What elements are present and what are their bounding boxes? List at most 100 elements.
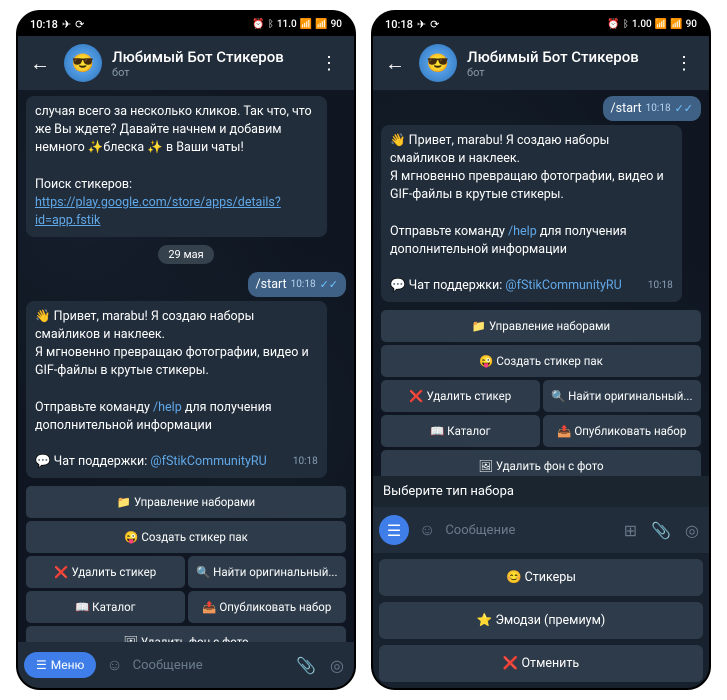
back-button[interactable]: ← bbox=[381, 47, 409, 80]
msg-time: 10:18 bbox=[648, 279, 673, 294]
more-button[interactable]: ⋮ bbox=[667, 49, 701, 78]
btn-manage-packs[interactable]: 📁 Управление наборами bbox=[381, 310, 701, 342]
more-button[interactable]: ⋮ bbox=[312, 49, 346, 78]
user-message: /start 10:18 ✓✓ bbox=[248, 272, 346, 297]
btn-create-pack[interactable]: 😜 Создать стикер пак bbox=[26, 521, 346, 553]
sync-icon: ⟳ bbox=[75, 18, 84, 31]
msg-time: 10:18 bbox=[646, 103, 671, 114]
bot-message: случая всего за несколько кликов. Так чт… bbox=[26, 96, 327, 237]
btn-find-original[interactable]: 🔍 Найти оригинальный... bbox=[188, 556, 347, 588]
select-emoji-premium[interactable]: ⭐ Эмодзи (премиум) bbox=[379, 602, 703, 639]
menu-icon: ☰ bbox=[36, 658, 47, 672]
telegram-icon: ✈ bbox=[417, 18, 426, 31]
camera-button[interactable]: ◎ bbox=[326, 656, 348, 675]
signal-icon: 📶 bbox=[655, 19, 667, 30]
signal-icon: 📶 bbox=[670, 19, 682, 30]
type-selector-panel: 😊 Стикеры ⭐ Эмодзи (премиум) ❌ Отменить bbox=[373, 553, 709, 688]
chat-header: ← 😎 Любимый Бот Стикеров бот ⋮ bbox=[373, 36, 709, 90]
start-command: /start bbox=[256, 277, 287, 292]
status-bar: 10:18 ✈ ⟳ ⏰ ᛒ 11.0 📶 📶 90 bbox=[18, 12, 354, 36]
chat-subtitle: бот bbox=[467, 66, 657, 79]
select-cancel[interactable]: ❌ Отменить bbox=[379, 645, 703, 682]
message-text: Отправьте команду bbox=[390, 224, 508, 239]
menu-button[interactable]: ☰ bbox=[379, 515, 409, 545]
msg-time: 10:18 bbox=[291, 279, 316, 290]
signal-icon: 📶 bbox=[300, 19, 312, 30]
menu-label: Меню bbox=[51, 658, 85, 672]
status-time: 10:18 bbox=[385, 18, 413, 31]
battery-badge: 90 bbox=[331, 19, 342, 30]
status-bar: 10:18 ✈ ⟳ ⏰ ᛒ 1.00 📶 📶 90 bbox=[373, 12, 709, 36]
chat-subtitle: бот bbox=[112, 66, 302, 79]
chat-title: Любимый Бот Стикеров bbox=[112, 48, 302, 66]
emoji-button[interactable]: ☺ bbox=[102, 655, 126, 675]
telegram-icon: ✈ bbox=[62, 18, 71, 31]
btn-catalog[interactable]: 📖 Каталог bbox=[26, 591, 185, 623]
btn-manage-packs[interactable]: 📁 Управление наборами bbox=[26, 486, 346, 518]
chat-title: Любимый Бот Стикеров bbox=[467, 48, 657, 66]
header-info[interactable]: Любимый Бот Стикеров бот bbox=[467, 48, 657, 79]
message-text: Я мгновенно превращаю фотографии, видео … bbox=[390, 169, 664, 202]
btn-create-pack[interactable]: 😜 Создать стикер пак bbox=[381, 345, 701, 377]
message-text: случая всего за несколько кликов. Так чт… bbox=[35, 104, 312, 155]
bot-message: 👋 Привет, marabu! Я создаю наборы смайли… bbox=[26, 301, 327, 478]
support-label: 💬 Чат поддержки: bbox=[390, 278, 505, 293]
alarm-icon: ⏰ bbox=[252, 19, 264, 30]
emoji-button[interactable]: ☺ bbox=[415, 520, 439, 540]
attach-button[interactable]: 📎 bbox=[292, 656, 320, 675]
menu-icon: ☰ bbox=[387, 521, 401, 540]
keyboard-buttons: 📁 Управление наборами 😜 Создать стикер п… bbox=[26, 486, 346, 642]
bluetooth-icon: ᛒ bbox=[623, 19, 629, 30]
bluetooth-icon: ᛒ bbox=[268, 19, 274, 30]
message-text: 👋 Привет, marabu! Я создаю наборы смайли… bbox=[35, 309, 254, 342]
search-label: Поиск стикеров: bbox=[35, 177, 132, 192]
message-text: Я мгновенно превращаю фотографии, видео … bbox=[35, 345, 309, 378]
back-button[interactable]: ← bbox=[26, 47, 54, 80]
btn-delete-sticker[interactable]: ❌ Удалить стикер bbox=[381, 380, 540, 412]
message-input[interactable]: Сообщение bbox=[445, 523, 613, 538]
select-type-header: Выберите тип набора bbox=[373, 476, 709, 507]
btn-find-original[interactable]: 🔍 Найти оригинальный... bbox=[543, 380, 702, 412]
chat-header: ← 😎 Любимый Бот Стикеров бот ⋮ bbox=[18, 36, 354, 90]
btn-delete-sticker[interactable]: ❌ Удалить стикер bbox=[26, 556, 185, 588]
btn-remove-bg[interactable]: 🖼 Удалить фон с фото bbox=[381, 450, 701, 476]
input-bar: ☰ ☺ Сообщение ⊞ 📎 ◎ bbox=[373, 507, 709, 553]
btn-publish[interactable]: 📤 Опубликовать набор bbox=[543, 415, 702, 447]
select-stickers[interactable]: 😊 Стикеры bbox=[379, 559, 703, 596]
user-message: /start 10:18 ✓✓ bbox=[603, 96, 701, 121]
net-speed: 1.00 bbox=[632, 19, 652, 30]
status-time: 10:18 bbox=[30, 18, 58, 31]
msg-time: 10:18 bbox=[293, 455, 318, 470]
date-badge: 29 мая bbox=[158, 245, 213, 264]
signal-icon: 📶 bbox=[315, 19, 327, 30]
chat-area: случая всего за несколько кликов. Так чт… bbox=[18, 90, 354, 642]
header-info[interactable]: Любимый Бот Стикеров бот bbox=[112, 48, 302, 79]
read-check-icon: ✓✓ bbox=[675, 102, 693, 115]
support-link[interactable]: @fStikCommunityRU bbox=[505, 278, 621, 293]
btn-catalog[interactable]: 📖 Каталог bbox=[381, 415, 540, 447]
message-text: 👋 Привет, marabu! Я создаю наборы смайли… bbox=[390, 133, 609, 166]
net-speed: 11.0 bbox=[277, 19, 297, 30]
help-command[interactable]: /help bbox=[153, 400, 182, 415]
phone-right: 10:18 ✈ ⟳ ⏰ ᛒ 1.00 📶 📶 90 ← 😎 Любимый Бо… bbox=[371, 10, 711, 690]
message-input[interactable]: Сообщение bbox=[133, 658, 286, 673]
btn-remove-bg[interactable]: 🖼 Удалить фон с фото bbox=[26, 626, 346, 642]
help-command[interactable]: /help bbox=[508, 224, 537, 239]
chat-area: /start 10:18 ✓✓ 👋 Привет, marabu! Я созд… bbox=[373, 90, 709, 476]
battery-badge: 90 bbox=[686, 19, 697, 30]
support-link[interactable]: @fStikCommunityRU bbox=[150, 454, 266, 469]
camera-button[interactable]: ◎ bbox=[681, 521, 703, 540]
bot-avatar[interactable]: 😎 bbox=[419, 44, 457, 82]
support-label: 💬 Чат поддержки: bbox=[35, 454, 150, 469]
bot-avatar[interactable]: 😎 bbox=[64, 44, 102, 82]
keyboard-buttons: 📁 Управление наборами 😜 Создать стикер п… bbox=[381, 310, 701, 476]
menu-button[interactable]: ☰ Меню bbox=[24, 652, 96, 678]
message-text: Отправьте команду bbox=[35, 400, 153, 415]
input-bar: ☰ Меню ☺ Сообщение 📎 ◎ bbox=[18, 642, 354, 688]
btn-publish[interactable]: 📤 Опубликовать набор bbox=[188, 591, 347, 623]
attach-button[interactable]: 📎 bbox=[647, 521, 675, 540]
store-link[interactable]: https://play.google.com/store/apps/detai… bbox=[35, 195, 281, 228]
keyboard-button[interactable]: ⊞ bbox=[620, 521, 641, 540]
read-check-icon: ✓✓ bbox=[320, 278, 338, 291]
sync-icon: ⟳ bbox=[430, 18, 439, 31]
